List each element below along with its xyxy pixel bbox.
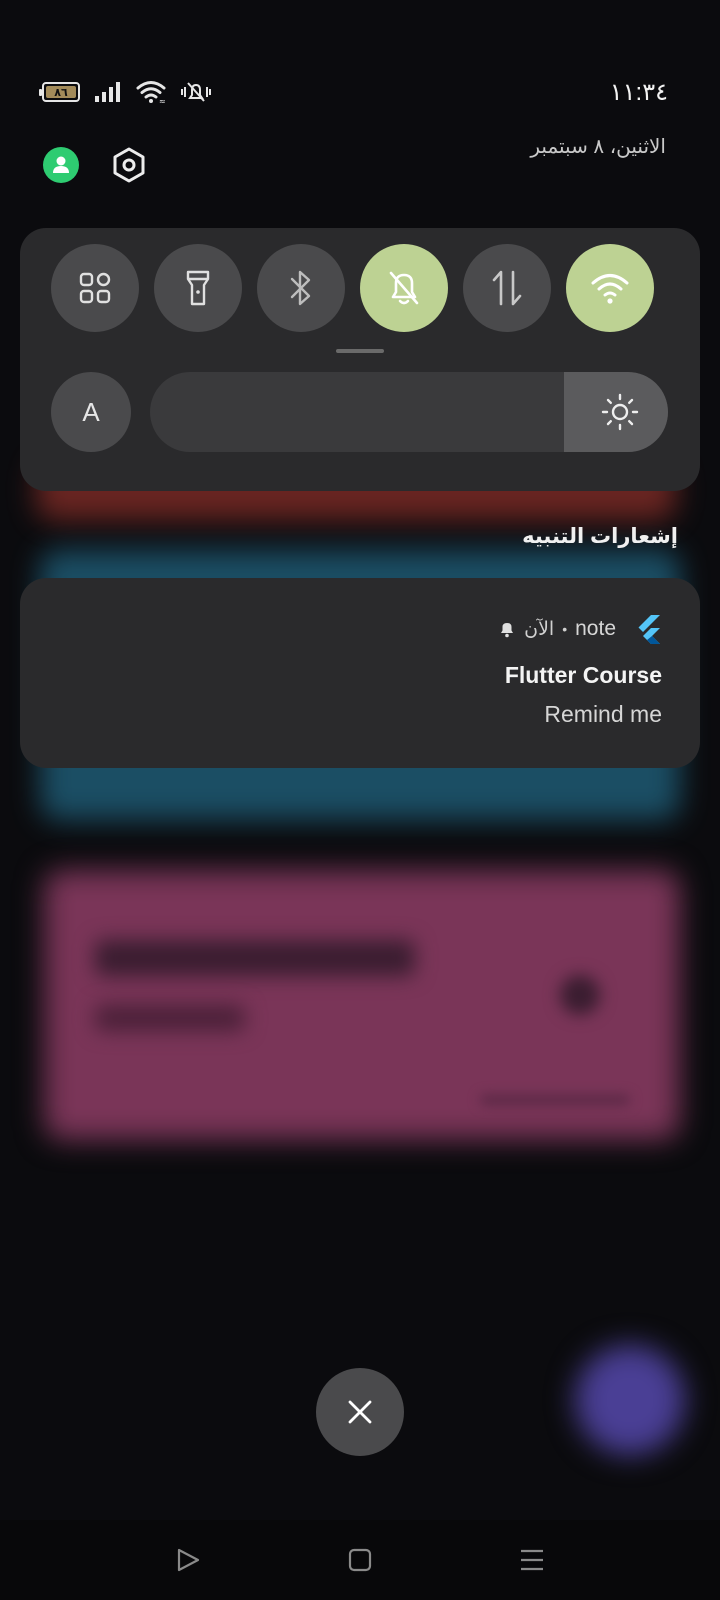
panel-drag-handle[interactable] — [336, 349, 384, 353]
grid-icon — [79, 272, 111, 304]
bell-icon — [501, 623, 514, 638]
nav-recents-button[interactable] — [512, 1540, 552, 1580]
clear-all-button[interactable] — [316, 1368, 404, 1456]
home-square-icon — [348, 1548, 372, 1572]
battery-icon: ٨٦ — [39, 82, 80, 102]
blurred-fab — [575, 1345, 685, 1455]
brightness-slider[interactable] — [150, 372, 668, 452]
notification-separator: • — [562, 621, 568, 637]
notification-time: الآن — [524, 618, 555, 640]
back-triangle-icon — [177, 1548, 200, 1572]
flutter-app-icon — [638, 615, 660, 644]
nav-back-button[interactable] — [168, 1540, 208, 1580]
user-avatar[interactable] — [43, 147, 79, 183]
blurred-text — [480, 1095, 630, 1105]
nav-home-button[interactable] — [340, 1540, 380, 1580]
tile-bluetooth[interactable] — [257, 244, 345, 332]
sun-icon — [601, 393, 639, 431]
date[interactable]: الاثنين، ٨ سبتمبر — [530, 134, 666, 159]
notification-title: Flutter Course — [504, 662, 662, 688]
signal-icon — [95, 82, 120, 102]
clock: ١١:٣٤ — [609, 79, 668, 106]
blurred-text — [95, 1005, 245, 1031]
wifi-icon — [591, 274, 629, 304]
status-icons: ٨٦ ≈ — [39, 80, 212, 104]
menu-lines-icon — [521, 1549, 543, 1571]
tile-silent-mode[interactable] — [360, 244, 448, 332]
wifi-status-icon: ≈ — [136, 81, 166, 104]
silent-status-icon — [181, 82, 211, 102]
notification-card[interactable]: note • الآن Flutter Course Remind me — [20, 578, 700, 768]
notification-body: Remind me — [544, 701, 662, 727]
settings-gear-icon[interactable] — [110, 146, 148, 184]
tile-mobile-data[interactable] — [463, 244, 551, 332]
notification-meta: note • الآن — [498, 614, 662, 644]
notification-app-name: note — [575, 617, 616, 640]
auto-brightness-button[interactable]: A — [51, 372, 131, 452]
tile-flashlight[interactable] — [154, 244, 242, 332]
navigation-bar — [0, 1520, 720, 1600]
bluetooth-icon — [290, 270, 311, 306]
svg-text:≈: ≈ — [159, 97, 166, 104]
close-icon — [348, 1400, 372, 1424]
tile-wifi[interactable] — [566, 244, 654, 332]
flashlight-icon — [186, 270, 210, 306]
blurred-text — [95, 940, 415, 976]
blurred-icon — [560, 975, 600, 1015]
user-icon — [53, 156, 69, 173]
auto-brightness-label: A — [82, 396, 100, 427]
notifications-section-title: إشعارات التنبيه — [522, 525, 678, 548]
data-arrows-icon — [492, 270, 522, 306]
battery-level: ٨٦ — [54, 86, 68, 99]
tile-apps-grid[interactable] — [51, 244, 139, 332]
bell-off-icon — [389, 271, 419, 305]
status-bar: ٨٦ ≈ ١١:٣٤ الاثنين، ٨ سبتمبر — [0, 0, 720, 185]
quick-settings-panel: A — [20, 228, 700, 491]
